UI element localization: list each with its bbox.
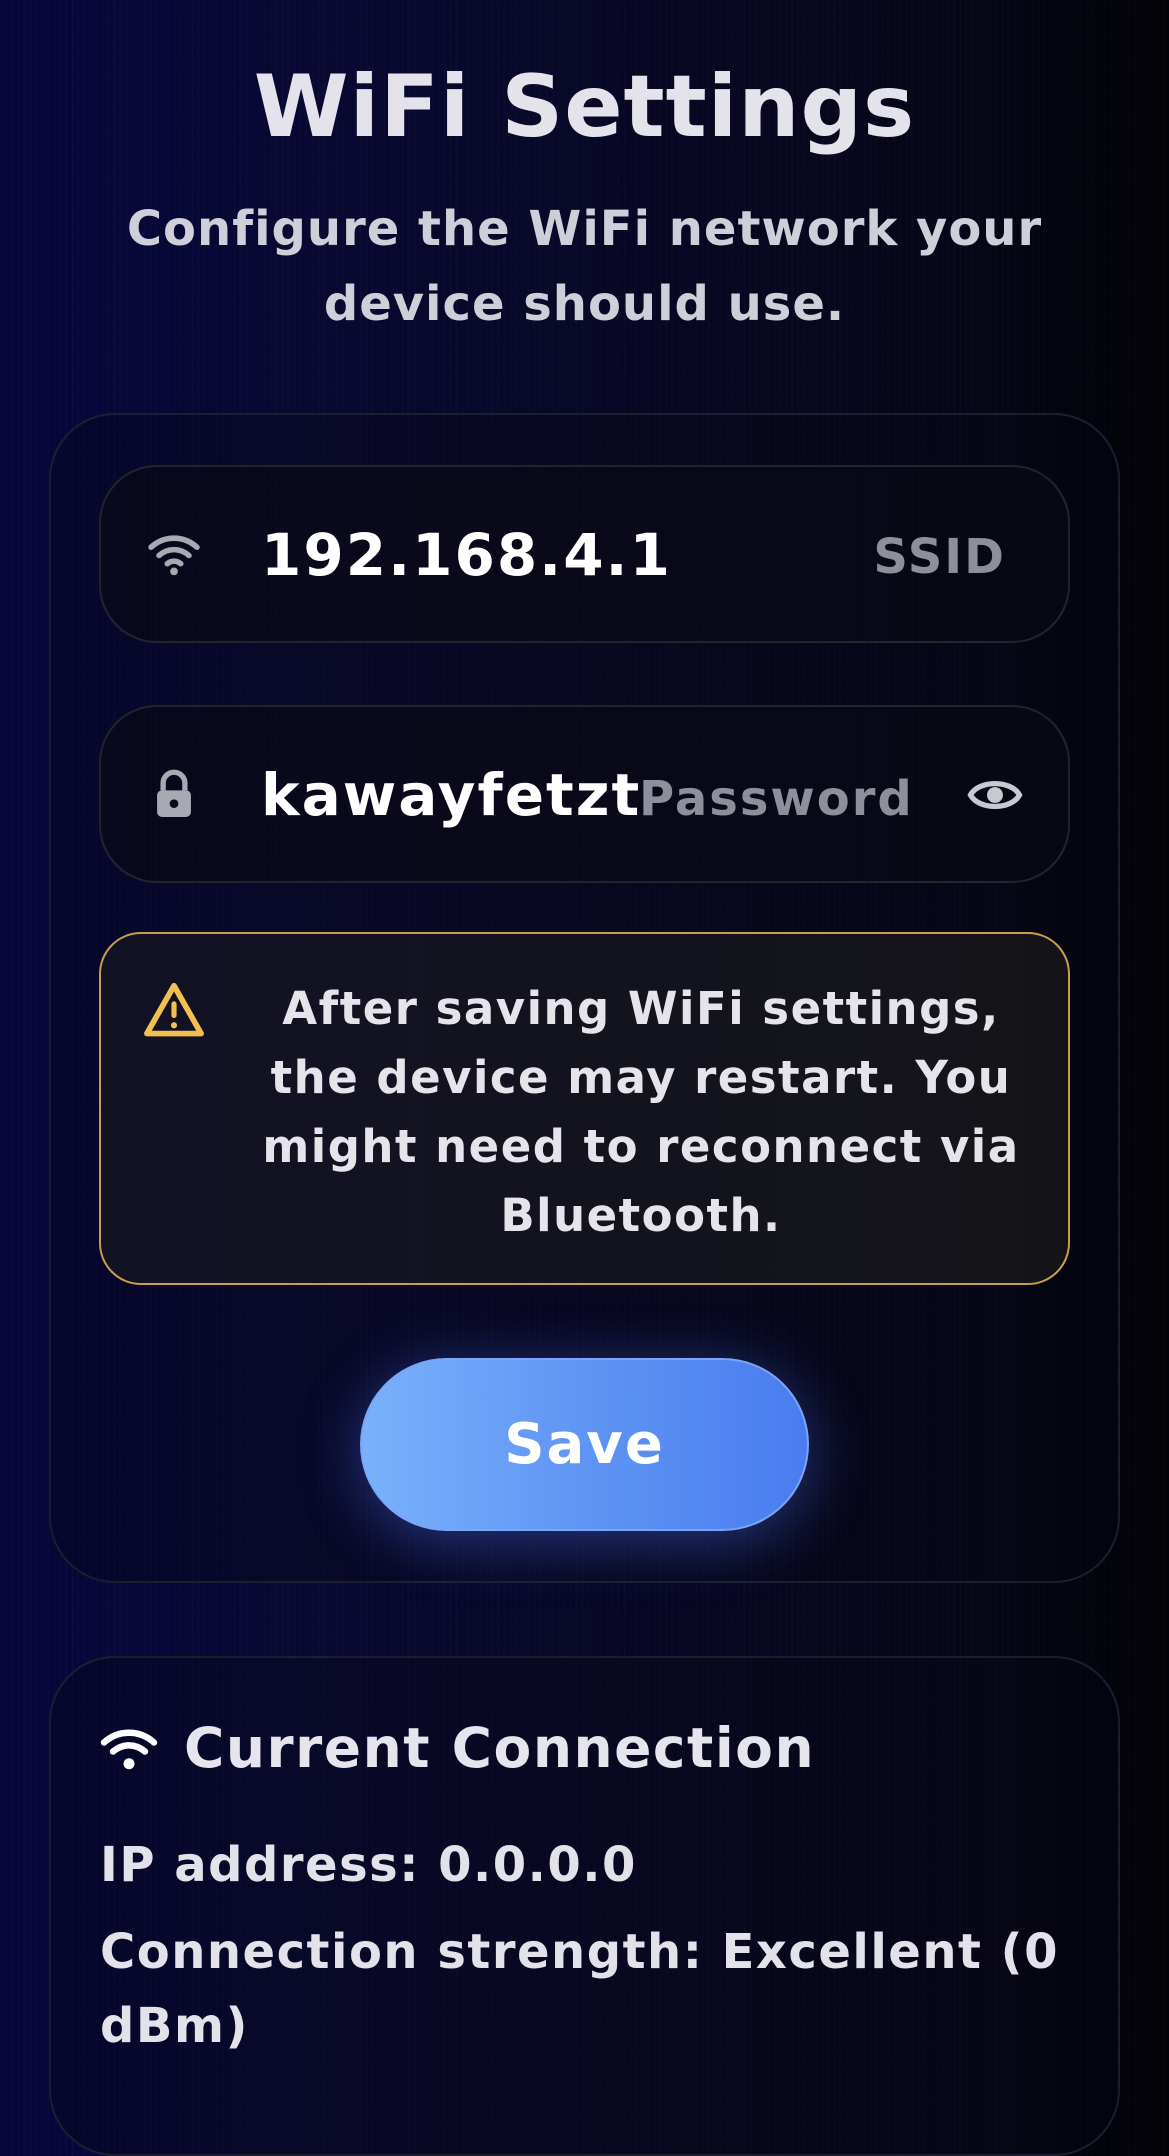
warning-text: After saving WiFi settings, the device m… [262,982,1020,1242]
ssid-label: SSID [873,529,1006,585]
eye-icon[interactable] [967,767,1023,823]
current-connection-title: Current Connection [184,1716,816,1780]
password-field[interactable]: kawayfetzt Password [99,705,1070,883]
wifi-icon [148,535,200,576]
save-button[interactable]: Save [360,1358,809,1531]
ssid-input[interactable]: 192.168.4.1 [261,517,672,593]
ssid-field[interactable]: 192.168.4.1 SSID [99,465,1070,643]
ip-address-text: IP address: 0.0.0.0 [100,1837,637,1893]
lock-icon [157,769,191,817]
connection-strength-text: Connection strength: Excellent (0 dBm) [100,1924,1059,2054]
password-label: Password [639,771,914,827]
page-subtitle: Configure the WiFi network your device s… [126,201,1043,332]
warning-icon [144,982,204,1037]
restart-warning: After saving WiFi settings, the device m… [99,932,1070,1285]
wifi-icon [100,1729,158,1770]
page-title: WiFi Settings [253,57,916,157]
password-input[interactable]: kawayfetzt [261,757,641,833]
